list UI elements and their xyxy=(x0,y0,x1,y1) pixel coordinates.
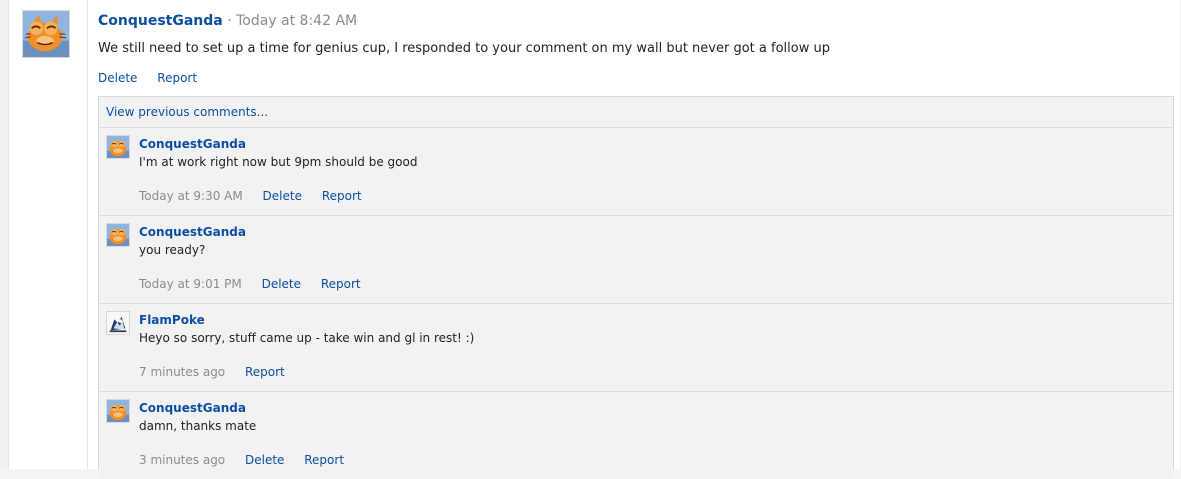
comment-avatar[interactable] xyxy=(106,135,130,159)
garfield-avatar-icon xyxy=(107,136,129,158)
post-avatar[interactable] xyxy=(22,10,70,58)
comment-text: Heyo so sorry, stuff came up - take win … xyxy=(139,331,475,345)
comments-panel: View previous comments... ConquestGanda … xyxy=(98,96,1174,479)
post-header: ConquestGanda · Today at 8:42 AM xyxy=(98,12,357,30)
comment-item: ConquestGanda you ready? Today at 9:01 P… xyxy=(99,215,1173,303)
profile-post-card: ConquestGanda · Today at 8:42 AM We stil… xyxy=(0,0,1181,479)
comment-author[interactable]: ConquestGanda xyxy=(139,224,246,240)
garfield-avatar-icon xyxy=(107,224,129,246)
comment-text: I'm at work right now but 9pm should be … xyxy=(139,155,418,169)
comment-author[interactable]: ConquestGanda xyxy=(139,136,246,152)
comment-time: 3 minutes ago xyxy=(139,453,226,467)
comment-meta: 7 minutes ago Report xyxy=(139,364,301,380)
comment-meta: Today at 9:01 PM Delete Report xyxy=(139,276,377,292)
garfield-avatar-icon xyxy=(107,400,129,422)
left-gutter xyxy=(0,0,9,469)
flampoke-avatar-icon xyxy=(107,312,129,334)
post-text: We still need to set up a time for geniu… xyxy=(98,41,830,56)
comment-delete-link[interactable]: Delete xyxy=(263,189,302,203)
post-actions: Delete Report xyxy=(98,70,213,86)
comment-delete-link[interactable]: Delete xyxy=(245,453,284,467)
post-report-link[interactable]: Report xyxy=(157,71,197,85)
comment-avatar[interactable] xyxy=(106,223,130,247)
comment-meta: 3 minutes ago Delete Report xyxy=(139,452,360,468)
comment-time: Today at 9:01 PM xyxy=(139,277,242,291)
post-delete-link[interactable]: Delete xyxy=(98,71,137,85)
comment-report-link[interactable]: Report xyxy=(321,277,361,291)
post-time: · Today at 8:42 AM xyxy=(222,13,358,29)
comment-avatar[interactable] xyxy=(106,311,130,335)
comment-report-link[interactable]: Report xyxy=(322,189,362,203)
comment-item: ConquestGanda I'm at work right now but … xyxy=(99,127,1173,215)
comment-report-link[interactable]: Report xyxy=(245,365,285,379)
comment-avatar[interactable] xyxy=(106,399,130,423)
post-author[interactable]: ConquestGanda xyxy=(98,13,223,29)
garfield-avatar-icon xyxy=(23,11,69,57)
comment-report-link[interactable]: Report xyxy=(304,453,344,467)
comment-author[interactable]: FlamPoke xyxy=(139,312,205,328)
comment-meta: Today at 9:30 AM Delete Report xyxy=(139,188,378,204)
comment-time: 7 minutes ago xyxy=(139,365,226,379)
comment-time: Today at 9:30 AM xyxy=(139,189,243,203)
comment-text: damn, thanks mate xyxy=(139,419,257,433)
comment-item: FlamPoke Heyo so sorry, stuff came up - … xyxy=(99,303,1173,391)
comment-item: ConquestGanda damn, thanks mate 3 minute… xyxy=(99,391,1173,479)
comment-delete-link[interactable]: Delete xyxy=(262,277,301,291)
comment-text: you ready? xyxy=(139,243,206,257)
comment-author[interactable]: ConquestGanda xyxy=(139,400,246,416)
post-divider xyxy=(87,0,88,469)
view-previous-comments-link[interactable]: View previous comments... xyxy=(106,104,268,120)
